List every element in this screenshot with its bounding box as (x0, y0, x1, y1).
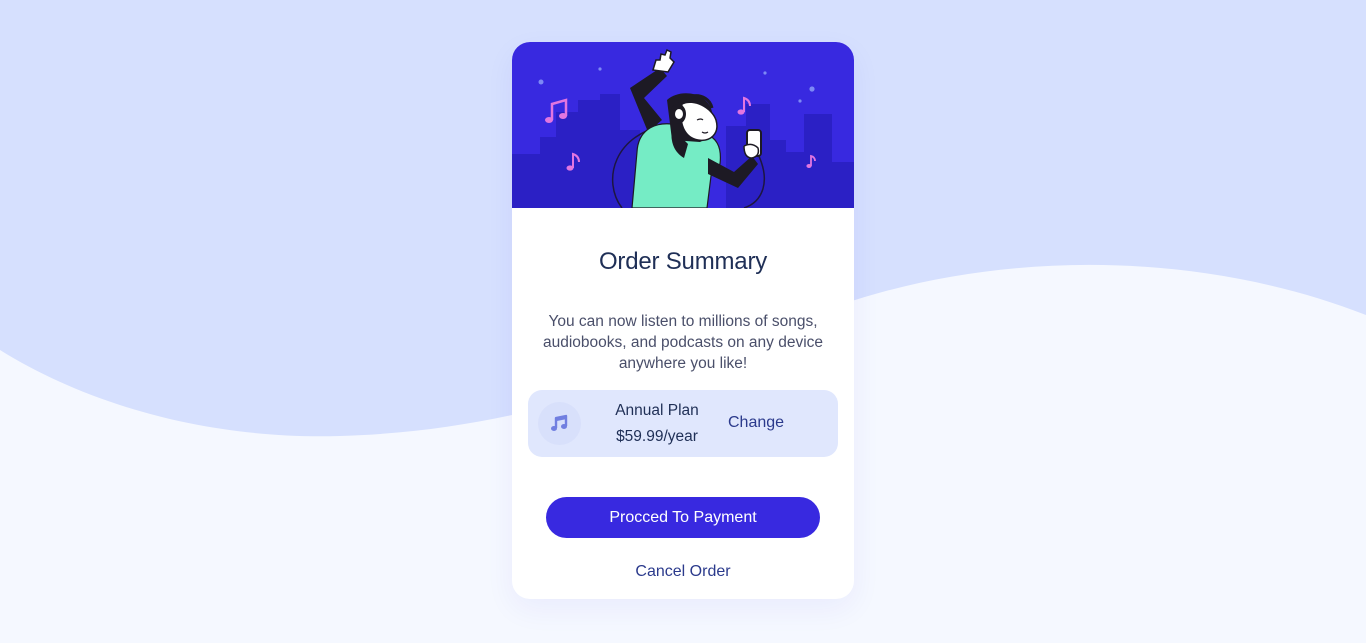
plan-name: Annual Plan (615, 402, 699, 419)
cancel-order-link[interactable]: Cancel Order (512, 563, 854, 581)
page-title: Order Summary (598, 248, 768, 275)
plan-price: $59.99/year (616, 428, 698, 445)
order-description: You can now listen to millions of songs,… (542, 313, 824, 372)
plan-icon-badge (538, 402, 581, 445)
proceed-to-payment-button[interactable]: Procced To Payment (546, 497, 820, 538)
change-plan-link[interactable]: Change (728, 414, 784, 432)
music-note-icon (551, 414, 568, 431)
order-summary-card: Order Summary You can now listen to mill… (512, 42, 854, 599)
plan-summary: Annual Plan $59.99/year Change (528, 390, 838, 457)
hero-illustration (512, 42, 854, 208)
